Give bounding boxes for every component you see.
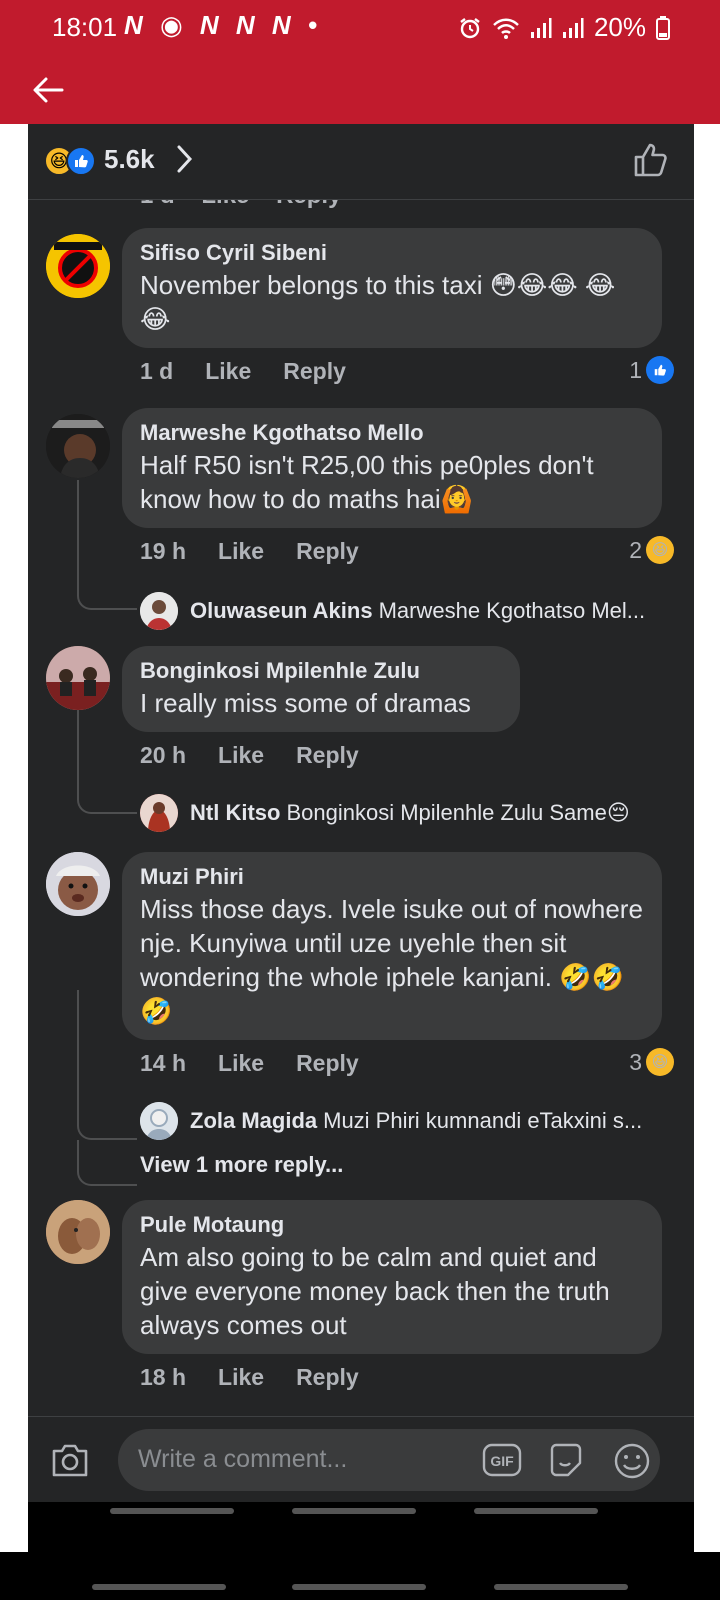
avatar[interactable] (46, 646, 110, 710)
comment-author[interactable]: Pule Motaung (140, 1210, 644, 1240)
home-button[interactable] (292, 1584, 426, 1590)
system-nav-bar (0, 1552, 720, 1600)
like-action[interactable]: Like (218, 1364, 264, 1391)
like-button[interactable] (632, 140, 672, 180)
reply-action[interactable]: Reply (296, 1050, 359, 1077)
comment-time: 19 h (140, 538, 187, 564)
avatar (140, 794, 178, 832)
like-action[interactable]: Like (218, 742, 264, 769)
reply-action[interactable]: Reply (283, 358, 346, 385)
comment-author[interactable]: Bonginkosi Mpilenhle Zulu (140, 656, 502, 686)
comment-actions: 20 h Like Reply (140, 742, 359, 769)
battery-icon (656, 15, 670, 40)
like-action[interactable]: Like (218, 538, 264, 565)
reply-text: Zola Magida Muzi Phiri kumnandi eTakxini … (190, 1108, 643, 1133)
comment-bubble[interactable]: Pule Motaung Am also going to be calm an… (122, 1200, 662, 1354)
comment-bubble[interactable]: Muzi Phiri Miss those days. Ivele isuke … (122, 852, 662, 1040)
comment-author[interactable]: Marweshe Kgothatso Mello (140, 418, 644, 448)
comment-composer: Write a comment... GIF (28, 1416, 694, 1502)
comment-time: 14 h (140, 1050, 187, 1076)
reply-preview[interactable]: Ntl Kitso Bonginkosi Mpilenhle Zulu Same😔 (140, 794, 670, 832)
reply-author[interactable]: Oluwaseun Akins (190, 598, 373, 623)
reply-text: Oluwaseun Akins Marweshe Kgothatso Mel... (190, 598, 646, 623)
comment-reactions[interactable]: 3 😆 (629, 1048, 674, 1076)
signal-icon (562, 17, 584, 38)
reaction-icons: 😆 (44, 146, 96, 176)
reply-preview[interactable]: Oluwaseun Akins Marweshe Kgothatso Mel... (140, 592, 670, 630)
comment-reactions[interactable]: 1 (629, 356, 674, 384)
nav-pill (110, 1508, 234, 1514)
status-bar: 18:01 N ◉ N N N • 20% (0, 0, 720, 124)
inner-nav-bar (28, 1502, 694, 1552)
reply-preview[interactable]: Zola Magida Muzi Phiri kumnandi eTakxini … (140, 1102, 670, 1140)
reply-author[interactable]: Ntl Kitso (190, 800, 280, 825)
comment-text: Miss those days. Ivele isuke out of nowh… (140, 894, 643, 1026)
reply-text: Ntl Kitso Bonginkosi Mpilenhle Zulu Same😔 (190, 800, 630, 825)
comment-time: 18 h (140, 1364, 187, 1390)
notification-icons: N ◉ N N N • (124, 10, 323, 40)
gif-button[interactable]: GIF (482, 1443, 522, 1477)
recent-apps-button[interactable] (92, 1584, 226, 1590)
nav-pill (474, 1508, 598, 1514)
back-arrow-icon[interactable] (30, 72, 66, 108)
comment-bubble[interactable]: Bonginkosi Mpilenhle Zulu I really miss … (122, 646, 520, 732)
comment-bubble[interactable]: Sifiso Cyril Sibeni November belongs to … (122, 228, 662, 348)
nav-pill (292, 1508, 416, 1514)
thread-line (77, 580, 137, 610)
reply-action[interactable]: Reply (296, 538, 359, 565)
like-action[interactable]: Like (218, 1050, 264, 1077)
comment-input-placeholder: Write a comment... (138, 1445, 348, 1473)
status-time: 18:01 (52, 12, 118, 42)
battery-percent: 20% (593, 12, 646, 42)
signal-icon (530, 17, 552, 38)
avatar[interactable] (46, 234, 110, 298)
emoji-icon[interactable] (612, 1441, 652, 1481)
wifi-icon (493, 18, 519, 39)
avatar[interactable] (46, 852, 110, 916)
reactions-summary-bar[interactable]: 😆 5.6k (28, 124, 694, 200)
reply-action[interactable]: Reply (296, 1364, 359, 1391)
comment-actions: 18 h Like Reply (140, 1364, 359, 1391)
alarm-icon (460, 17, 480, 38)
comments-sheet: 😆 5.6k 1 d Like Reply Sifiso Cyril Siben… (28, 124, 694, 1552)
haha-icon: 😆 (646, 1048, 674, 1076)
comment-text: Am also going to be calm and quiet and g… (140, 1242, 610, 1340)
comment-reactions[interactable]: 2 😆 (629, 536, 674, 564)
reply-action[interactable]: Reply (296, 742, 359, 769)
avatar[interactable] (46, 414, 110, 478)
gif-label: GIF (490, 1453, 514, 1469)
view-more-replies-link[interactable]: View 1 more reply... (140, 1152, 343, 1178)
comment-input[interactable]: Write a comment... GIF (118, 1429, 660, 1491)
comment-text: Half R50 isn't R25,00 this pe0ples don't… (140, 450, 594, 514)
thread-line (77, 480, 79, 580)
reaction-count: 5.6k (104, 144, 155, 174)
thread-line (77, 784, 137, 814)
reply-author[interactable]: Zola Magida (190, 1108, 317, 1133)
camera-icon[interactable] (50, 1441, 90, 1479)
comment-text: November belongs to this taxi 😳😂😂 😂😂 (140, 270, 616, 334)
avatar (140, 1102, 178, 1140)
comment-actions: 1 d Like Reply (140, 358, 346, 385)
like-action[interactable]: Like (205, 358, 251, 385)
status-indicators: 20% (458, 12, 670, 43)
thread-line (77, 1140, 137, 1186)
chevron-right-icon (177, 145, 193, 173)
thread-line (77, 1110, 137, 1140)
haha-icon: 😆 (646, 536, 674, 564)
like-icon (66, 146, 96, 176)
comment-actions: 14 h Like Reply (140, 1050, 359, 1077)
avatar[interactable] (46, 1200, 110, 1264)
comment-time: 1 d (140, 358, 174, 384)
thread-line (77, 990, 79, 1110)
like-icon (646, 356, 674, 384)
comment-actions: 19 h Like Reply (140, 538, 359, 565)
back-button[interactable] (494, 1584, 628, 1590)
comment-time: 20 h (140, 742, 187, 768)
sticker-icon[interactable] (546, 1441, 586, 1481)
comment-bubble[interactable]: Marweshe Kgothatso Mello Half R50 isn't … (122, 408, 662, 528)
comment-author[interactable]: Sifiso Cyril Sibeni (140, 238, 644, 268)
comment-author[interactable]: Muzi Phiri (140, 862, 644, 892)
comment-text: I really miss some of dramas (140, 688, 471, 718)
avatar (140, 592, 178, 630)
